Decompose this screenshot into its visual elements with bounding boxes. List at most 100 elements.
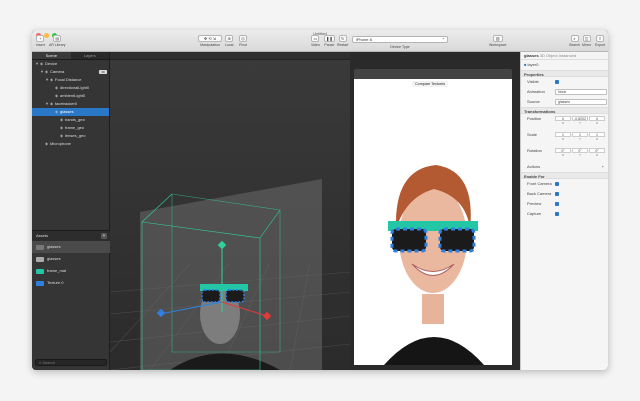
- pivot-button[interactable]: ◎ Pivot: [239, 35, 247, 47]
- restart-button[interactable]: ↻ Restart: [337, 35, 348, 47]
- tree-item[interactable]: ◈ directionalLight0: [32, 84, 109, 92]
- restart-label: Restart: [337, 43, 349, 47]
- video-label: Video: [311, 43, 320, 47]
- shirt: [384, 337, 484, 365]
- asset-search-placeholder: Search: [42, 360, 56, 365]
- tab-scene[interactable]: Scene: [32, 52, 71, 59]
- local-icon: ⊕: [225, 35, 234, 42]
- capture-checkbox[interactable]: [555, 212, 559, 216]
- asset-thumbnail: [36, 244, 44, 250]
- asset-thumbnail: [36, 280, 44, 286]
- viewport-canvas: [110, 179, 350, 370]
- source-label: Source: [527, 99, 540, 104]
- pause-button[interactable]: ❚❚ Pause: [324, 35, 335, 47]
- asset-item[interactable]: glasses: [32, 253, 110, 265]
- tab-layers[interactable]: Layers: [71, 52, 110, 59]
- scene-panel: Scene Layers ▼◈ Device ▼◈ Camera 3D ▼◈ Focal D…: [32, 52, 110, 370]
- asset-thumbnail: [36, 256, 44, 262]
- add-action-button[interactable]: +: [602, 162, 604, 172]
- app-window: Untitled + Insert ▤ AR Library ✥ ⟲ ⇲ Manipu…: [32, 30, 608, 370]
- tree-item-label: ambientLight0: [60, 93, 86, 98]
- animation-select[interactable]: None: [555, 89, 607, 95]
- toolbar: Untitled + Insert ▤ AR Library ✥ ⟲ ⇲ Manipu…: [32, 30, 608, 52]
- tree-item-label: facetracker0: [55, 101, 78, 106]
- export-button[interactable]: ⇧ Export: [595, 35, 605, 47]
- mirror-label: Mirror: [582, 43, 592, 47]
- video-button[interactable]: ▭ Video: [311, 35, 320, 47]
- asset-item[interactable]: glasses: [32, 241, 110, 253]
- actions-row: Actions +: [521, 162, 608, 172]
- preview-checkbox[interactable]: [555, 202, 559, 206]
- animation-row: Animation None: [521, 87, 608, 97]
- position-fields: 0X -0.8202 Y 0Z: [555, 116, 605, 125]
- tree-item[interactable]: ◈ Microphone: [32, 140, 109, 148]
- assets-panel: Assets + glasses glasses frame_mat Texture …: [32, 230, 110, 370]
- properties-section[interactable]: Properties: [521, 70, 608, 77]
- object-name: glasses: [524, 53, 539, 58]
- source-value: glasses: [558, 100, 570, 104]
- pivot-icon: ◎: [239, 35, 247, 42]
- inspector-panel: glasses 3D Object Instanced ■ layer0 Pro…: [520, 52, 608, 370]
- tree-item[interactable]: ▼◈ Camera 3D: [32, 68, 109, 76]
- preview-canvas: [384, 165, 484, 365]
- workspace-button[interactable]: ▥ Workspace: [489, 35, 506, 47]
- layer-value: layer0: [527, 62, 539, 67]
- plus-icon: +: [36, 35, 45, 42]
- device-preview[interactable]: Compare Textures: [354, 79, 512, 365]
- tree-item[interactable]: ◈ ambientLight0: [32, 92, 109, 100]
- search-button[interactable]: ⌕ Search: [569, 35, 580, 47]
- asset-item[interactable]: frame_mat: [32, 265, 110, 277]
- front-camera-row: Front Camera: [521, 179, 608, 189]
- back-camera-checkbox[interactable]: [555, 192, 559, 196]
- source-field[interactable]: glasses: [555, 99, 607, 105]
- visible-checkbox[interactable]: [555, 80, 559, 84]
- tree-item[interactable]: ◈ glasses: [32, 108, 109, 116]
- back-camera-row: Back Camera: [521, 189, 608, 199]
- axis-y-label: Y: [578, 121, 581, 125]
- axis-x-label: X: [561, 137, 564, 141]
- ar-library-label: AR Library: [49, 43, 66, 47]
- transformations-section[interactable]: Transformations: [521, 107, 608, 114]
- asset-thumbnail: [36, 268, 44, 274]
- capture-label: Capture: [527, 211, 542, 216]
- layer-select[interactable]: ■ layer0: [521, 60, 608, 70]
- scale-row: Scale 1X 1Y 1Z: [521, 130, 608, 146]
- asset-search-input[interactable]: ⌕ Search: [35, 359, 107, 366]
- preview-row: Preview: [521, 199, 608, 209]
- search-label: Search: [569, 43, 581, 47]
- object-type: 3D Object Instanced: [539, 53, 577, 58]
- tree-item[interactable]: ◈ hands_geo: [32, 116, 109, 124]
- search-icon: ⌕: [570, 35, 579, 42]
- insert-button[interactable]: + Insert: [36, 35, 45, 47]
- front-camera-checkbox[interactable]: [555, 182, 559, 186]
- scene-viewport[interactable]: [110, 52, 350, 370]
- tree-item[interactable]: ▼◈ Device: [32, 60, 109, 68]
- asset-label: glasses: [47, 256, 61, 261]
- device-type-select[interactable]: iPhone 8 ⌃: [352, 36, 448, 43]
- tree-item-label: lenses_geo: [65, 133, 86, 138]
- mirror-button[interactable]: ◫ Mirror: [582, 35, 591, 47]
- ar-library-button[interactable]: ▤ AR Library: [49, 35, 66, 47]
- tree-item-label: Focal Distance: [55, 77, 82, 82]
- simulator-panel: Compare Textures: [350, 52, 520, 370]
- panel-tabs: Scene Layers: [32, 52, 109, 60]
- asset-item[interactable]: Texture 0: [32, 277, 110, 289]
- scale-fields: 1X 1Y 1Z: [555, 132, 605, 141]
- tree-item-label: frame_geo: [65, 125, 85, 130]
- tree-item[interactable]: ▼◈ facetracker0: [32, 100, 109, 108]
- mirror-icon: ◫: [582, 35, 591, 42]
- capture-row: Capture: [521, 209, 608, 219]
- tree-item[interactable]: ▼◈ Focal Distance: [32, 76, 109, 84]
- tree-item-label: directionalLight0: [60, 85, 90, 90]
- manipulation-button[interactable]: ✥ ⟲ ⇲ Manipulation: [198, 35, 222, 47]
- neck: [422, 294, 444, 324]
- export-label: Export: [595, 43, 606, 47]
- tree-item[interactable]: ◈ frame_geo: [32, 124, 109, 132]
- add-asset-button[interactable]: +: [101, 233, 107, 239]
- local-button[interactable]: ⊕ Local: [225, 35, 233, 47]
- video-icon: ▭: [311, 35, 320, 42]
- scene-tree: ▼◈ Device ▼◈ Camera 3D ▼◈ Focal Distance ◈ direc…: [32, 60, 109, 148]
- pivot-label: Pivot: [239, 43, 247, 47]
- tree-item[interactable]: ◈ lenses_geo: [32, 132, 109, 140]
- enable-for-section[interactable]: Enable For: [521, 172, 608, 179]
